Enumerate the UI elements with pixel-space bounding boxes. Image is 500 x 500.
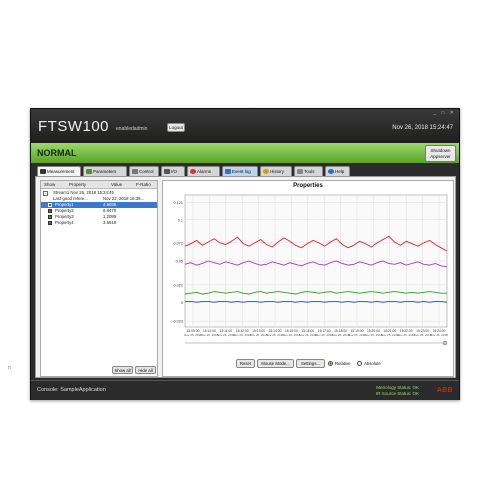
col-show: Show <box>44 182 56 187</box>
tab-label: Event log <box>232 169 251 174</box>
col-value: Value <box>111 182 123 187</box>
tab-measurement[interactable]: Measurement <box>37 166 81 176</box>
parameters-icon <box>86 169 92 174</box>
shutdown-label-line2: Appserver <box>430 154 451 159</box>
radio-indicator <box>357 361 362 367</box>
absolute-radio[interactable]: Absolute <box>357 361 381 367</box>
col-property: Property <box>69 182 87 187</box>
tab-label: Control <box>139 169 154 174</box>
help-icon <box>328 169 334 174</box>
collapse-toggle[interactable]: − <box>43 190 48 196</box>
y-tick-label: 0 <box>181 301 183 305</box>
tab-bar: Measurement Parameters Control I/O Alarm… <box>31 165 459 176</box>
tools-icon <box>297 169 303 174</box>
relative-label: Relative <box>335 361 351 366</box>
shutdown-appserver-button[interactable]: Shutdown Appserver <box>425 145 456 162</box>
settings-button[interactable]: Settings... <box>296 359 325 368</box>
system-status: Metrology Status: OK IR Source Status: O… <box>376 385 419 397</box>
tab-io[interactable]: I/O <box>161 166 185 176</box>
event-log-icon <box>225 169 231 174</box>
tab-alarms[interactable]: Alarms <box>187 166 220 176</box>
show-checkbox[interactable] <box>48 203 52 207</box>
radio-indicator <box>328 361 333 367</box>
console-text: Console: SampleApplication <box>37 387 106 393</box>
history-icon <box>263 169 269 174</box>
y-tick-label: 0.121 <box>173 201 183 205</box>
property-table: Show Property Value F-Ratio − Stream1 No… <box>40 180 158 377</box>
tab-label: Alarms <box>197 169 212 174</box>
current-datetime: Nov 26, 2018 15:24:47 <box>392 125 453 131</box>
ir-source-status: IR Source Status: OK <box>375 391 419 396</box>
y-tick-label: 0.05 <box>176 260 183 264</box>
y-tick-label: 0.1 <box>178 218 183 222</box>
measurement-icon <box>40 169 46 174</box>
app-name: FTSW100 <box>38 118 110 135</box>
tab-label: Measurement <box>47 169 75 174</box>
io-icon <box>164 169 170 174</box>
show-checkbox[interactable] <box>48 221 52 225</box>
properties-chart[interactable]: 0.1210.10.0720.050.0210-0.02315:09:00Nov… <box>163 189 453 355</box>
tab-control[interactable]: Control <box>129 166 159 176</box>
tab-label: I/O <box>171 169 178 174</box>
relative-radio[interactable]: Relative <box>328 361 351 367</box>
abb-logo: ABB <box>436 387 453 394</box>
y-tick-label: 0.021 <box>173 283 183 287</box>
scrollbar-handle <box>442 340 448 346</box>
window-controls[interactable]: _ □ ✕ <box>433 110 456 116</box>
x-tick-date: Nov 26, 2018 <box>430 333 448 337</box>
hide-all-button[interactable]: Hide all <box>135 366 156 374</box>
y-tick-label: -0.023 <box>172 320 183 324</box>
side-mark: n <box>8 365 11 371</box>
tab-label: Tools <box>304 169 315 174</box>
alarm-icon <box>190 169 196 174</box>
tab-label: Parameters <box>93 169 117 174</box>
tab-event-log[interactable]: Event log <box>222 166 258 176</box>
absolute-label: Absolute <box>364 361 381 366</box>
tab-label: History <box>270 169 285 174</box>
show-all-button[interactable]: Show all <box>112 366 133 374</box>
chart-panel: Properties 0.121 0.1 0.072 0.05 0.021 0 -0.023… <box>162 180 454 377</box>
title-bar: FTSW100 enabledadmin Logout Nov 26, 2018… <box>31 109 459 143</box>
col-fratio: F-Ratio <box>136 182 151 187</box>
table-header: Show Property Value F-Ratio <box>41 181 157 189</box>
status-text: NORMAL <box>37 148 77 158</box>
mouse-mode-button[interactable]: Mouse Mode... <box>257 359 294 368</box>
username-label: enabledadmin <box>116 126 148 132</box>
measurement-content: Show Property Value F-Ratio − Stream1 No… <box>35 176 456 378</box>
y-tick-label: 0.072 <box>173 241 183 245</box>
tab-help[interactable]: Help <box>325 166 350 176</box>
app-window: FTSW100 enabledadmin Logout Nov 26, 2018… <box>30 108 460 400</box>
property-value: 3.6919 <box>103 220 117 225</box>
control-icon <box>132 169 138 174</box>
show-checkbox[interactable] <box>48 215 52 219</box>
table-row[interactable]: Property4 3.6919 <box>41 220 157 226</box>
console-bar: Console: SampleApplication Metrology Sta… <box>31 380 459 400</box>
tab-parameters[interactable]: Parameters <box>83 166 127 176</box>
tab-history[interactable]: History <box>260 166 292 176</box>
show-checkbox[interactable] <box>48 209 52 213</box>
tab-label: Help <box>335 169 345 174</box>
logout-button[interactable]: Logout <box>167 123 185 132</box>
tab-tools[interactable]: Tools <box>294 166 323 176</box>
property-name: Property4 <box>55 220 74 225</box>
reset-button[interactable]: Reset <box>236 359 255 368</box>
status-bar: NORMAL Shutdown Appserver <box>31 143 459 163</box>
